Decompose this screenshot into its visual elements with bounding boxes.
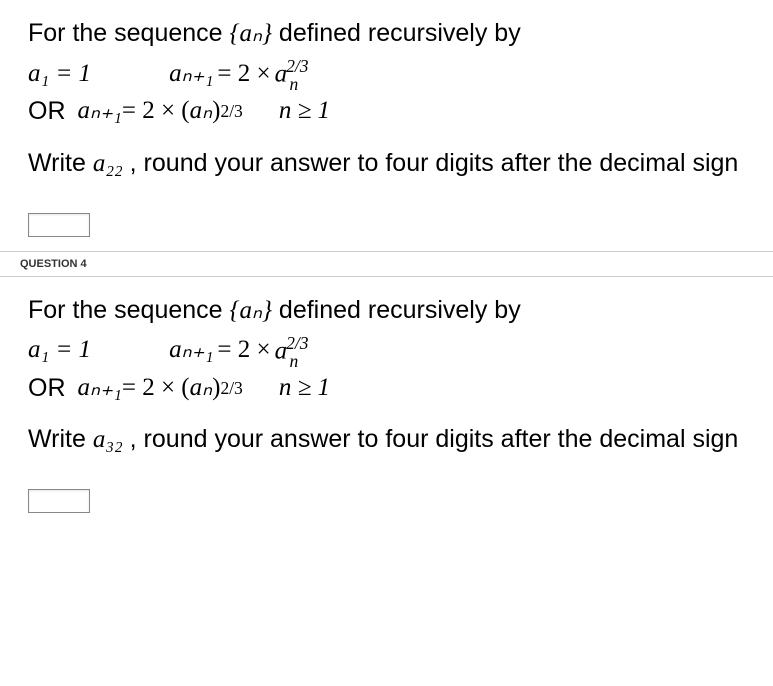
rec2-inner: aₙ: [190, 372, 212, 405]
rec-lhs: aₙ₊₁: [169, 58, 213, 91]
q3-alt-form: OR aₙ₊₁ = 2 × ( aₙ )2/3 n ≥ 1: [28, 95, 745, 128]
rec2-eq: = 2 × (: [122, 372, 190, 405]
rec2-close: ): [212, 95, 220, 128]
initial-condition: a₁ = 1: [28, 58, 91, 91]
rec-eq: = 2 ×: [217, 58, 270, 91]
text: , round your answer to four digits after…: [123, 149, 739, 177]
rec-exp: 2/3: [286, 56, 308, 76]
question-3: For the sequence {aₙ} defined recursivel…: [0, 0, 773, 205]
text: Write: [28, 425, 93, 453]
rec2-eq: = 2 × (: [122, 95, 190, 128]
text: Write: [28, 149, 93, 177]
or-text: OR: [28, 95, 66, 128]
text: For the sequence: [28, 19, 230, 47]
q4-recursive-def: a₁ = 1 aₙ₊₁ = 2 × a2/3n: [28, 332, 745, 370]
text: , round your answer to four digits after…: [123, 425, 739, 453]
rec2-close: ): [212, 372, 220, 405]
target-term: a₃₂: [93, 426, 123, 453]
rec2-lhs: aₙ₊₁: [78, 372, 122, 405]
question-4-header: QUESTION 4: [0, 251, 773, 277]
q3-recursive-def: a₁ = 1 aₙ₊₁ = 2 × a2/3n: [28, 55, 745, 93]
text: defined recursively by: [272, 19, 521, 47]
sequence-symbol: {aₙ}: [230, 297, 272, 324]
rec-exp: 2/3: [286, 333, 308, 353]
rec-lhs: aₙ₊₁: [169, 334, 213, 367]
rec2-inner: aₙ: [190, 95, 212, 128]
or-text: OR: [28, 372, 66, 405]
rec2-lhs: aₙ₊₁: [78, 95, 122, 128]
q3-sequence-intro: For the sequence {aₙ} defined recursivel…: [28, 16, 745, 51]
initial-condition: a₁ = 1: [28, 334, 91, 367]
rec-sub: n: [290, 74, 299, 94]
domain-cond: n ≥ 1: [279, 95, 330, 128]
q4-prompt: Write a₃₂ , round your answer to four di…: [28, 422, 745, 457]
question-4: For the sequence {aₙ} defined recursivel…: [0, 277, 773, 482]
sequence-symbol: {aₙ}: [230, 20, 272, 47]
rec2-exp: 2/3: [220, 377, 242, 400]
rec-eq: = 2 ×: [217, 334, 270, 367]
target-term: a₂₂: [93, 150, 123, 177]
rec2-exp: 2/3: [220, 100, 242, 123]
text: defined recursively by: [272, 296, 521, 324]
q3-prompt: Write a₂₂ , round your answer to four di…: [28, 146, 745, 181]
text: For the sequence: [28, 296, 230, 324]
q4-sequence-intro: For the sequence {aₙ} defined recursivel…: [28, 293, 745, 328]
q3-answer-input[interactable]: [28, 213, 90, 237]
q4-answer-input[interactable]: [28, 489, 90, 513]
domain-cond: n ≥ 1: [279, 372, 330, 405]
q4-alt-form: OR aₙ₊₁ = 2 × ( aₙ )2/3 n ≥ 1: [28, 372, 745, 405]
rec-sub: n: [290, 351, 299, 371]
